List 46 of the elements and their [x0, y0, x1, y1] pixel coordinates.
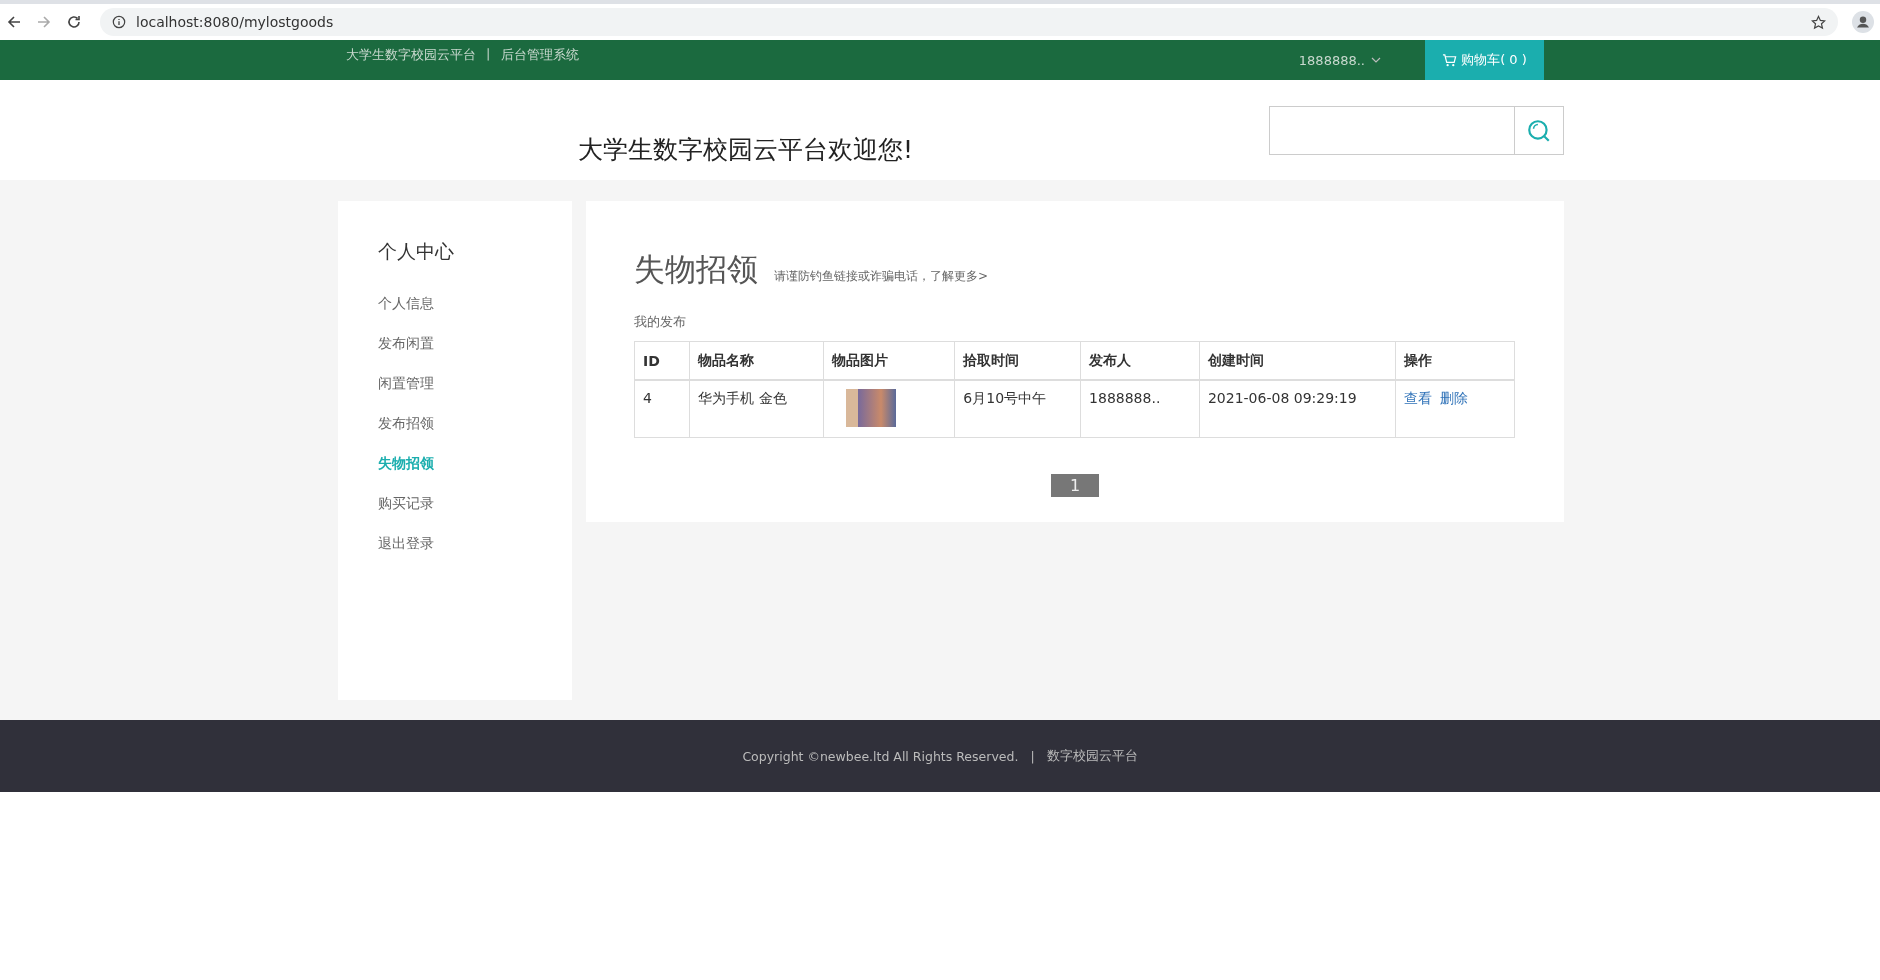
photo-placeholder	[845, 389, 896, 427]
table-cell: 华为手机 金色	[689, 380, 824, 437]
page-title: 失物招领	[634, 250, 758, 289]
separator-text: 丨	[482, 46, 495, 64]
chevron-down-icon	[1371, 57, 1381, 63]
sidebar-item[interactable]: 发布招领	[378, 403, 572, 443]
sidebar-item[interactable]: 发布闲置	[378, 323, 572, 363]
copyright-text: Copyright ©newbee.ltd All Rights Reserved.	[742, 748, 1019, 764]
column-header: 物品图片	[823, 341, 955, 380]
table-cell: 6月10号中午	[954, 380, 1081, 437]
footer-link[interactable]: 数字校园云平台	[1046, 747, 1138, 765]
column-header: ID	[634, 341, 690, 380]
profile-icon[interactable]	[1852, 11, 1874, 33]
action-link[interactable]: 删除	[1439, 390, 1468, 406]
section-label: 我的发布	[634, 313, 687, 331]
search-button[interactable]	[1515, 106, 1564, 155]
sidebar-title: 个人中心	[378, 239, 455, 264]
page-button[interactable]: 1	[1051, 473, 1099, 497]
search-field[interactable]	[1269, 106, 1515, 155]
sidebar-item[interactable]: 闲置管理	[378, 363, 572, 403]
warning-link[interactable]: 请谨防钓鱼链接或诈骗电话，了解更多>	[774, 268, 989, 285]
separator-text: |	[1030, 748, 1035, 764]
welcome-title: 大学生数字校园云平台欢迎您!	[578, 134, 914, 166]
action-link[interactable]: 查看	[1403, 390, 1432, 406]
search-icon	[1526, 117, 1552, 144]
column-header: 拾取时间	[954, 341, 1081, 380]
user-menu[interactable]: 1888888..	[1298, 40, 1381, 80]
back-icon[interactable]	[6, 14, 22, 30]
address-bar[interactable]: localhost:8080/mylostgoods	[100, 8, 1838, 36]
sidebar-item[interactable]: 个人信息	[378, 283, 572, 323]
column-header: 操作	[1395, 341, 1515, 380]
table-cell: 1888888..	[1080, 380, 1200, 437]
column-header: 发布人	[1080, 341, 1200, 380]
cart-icon	[1442, 52, 1458, 68]
brand-link[interactable]: 大学生数字校园云平台	[346, 46, 476, 64]
admin-link[interactable]: 后台管理系统	[501, 46, 579, 64]
url-text: localhost:8080/mylostgoods	[136, 14, 335, 30]
column-header: 创建时间	[1199, 341, 1396, 380]
column-header: 物品名称	[689, 341, 824, 380]
star-icon[interactable]	[1811, 14, 1826, 30]
reload-icon[interactable]	[66, 14, 82, 30]
table-cell: 4	[634, 380, 690, 437]
info-icon[interactable]	[112, 15, 126, 29]
sidebar-item[interactable]: 退出登录	[378, 523, 572, 563]
sidebar-item[interactable]: 购买记录	[378, 483, 572, 523]
table-cell: 2021-06-08 09:29:19	[1199, 380, 1396, 437]
